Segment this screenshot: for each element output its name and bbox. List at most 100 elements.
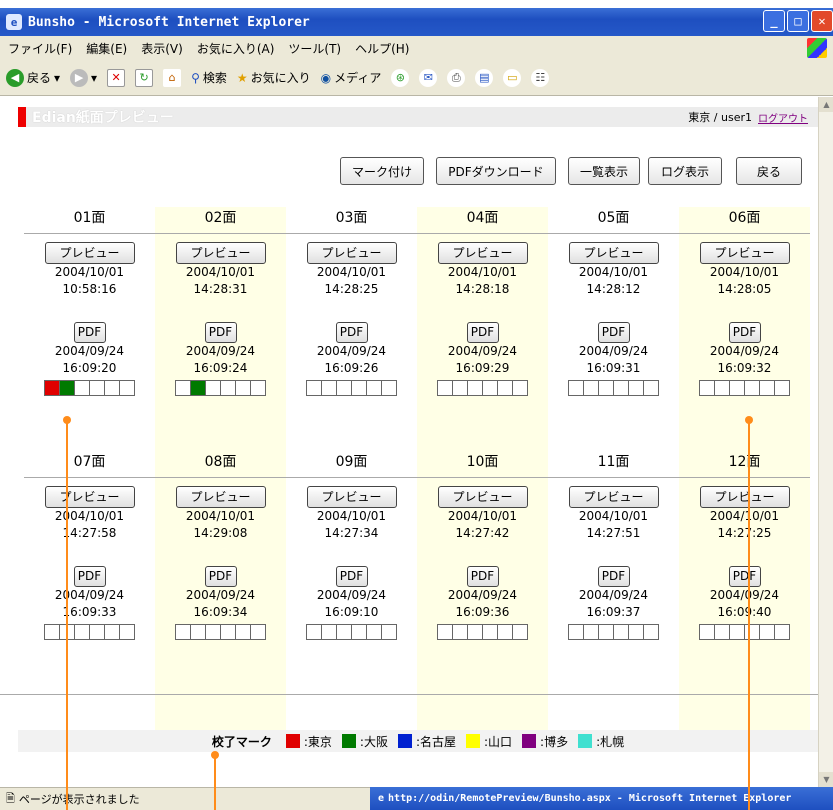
proof-mark-box[interactable] (189, 380, 206, 396)
proof-mark-box[interactable] (204, 624, 221, 640)
preview-button[interactable]: プレビュー (437, 242, 528, 264)
proof-mark-box[interactable] (496, 624, 513, 640)
log-button[interactable]: ログ表示 (648, 157, 722, 185)
proof-mark-box[interactable] (249, 380, 266, 396)
media-button[interactable]: ◉ メディア (321, 69, 382, 86)
pdf-button[interactable]: PDF (335, 322, 368, 343)
proof-mark-box[interactable] (511, 624, 528, 640)
discuss-icon[interactable]: ▭ (503, 68, 522, 87)
proof-mark-box[interactable] (481, 380, 498, 396)
proof-mark-box[interactable] (335, 624, 352, 640)
list-button[interactable]: 一覧表示 (568, 157, 640, 185)
mark-button[interactable]: マーク付け (340, 157, 424, 185)
proof-mark-box[interactable] (758, 624, 775, 640)
pdf-button[interactable]: PDF (335, 566, 368, 587)
proof-mark-box[interactable] (43, 624, 60, 640)
proof-mark-box[interactable] (582, 380, 599, 396)
preview-button[interactable]: プレビュー (44, 242, 135, 264)
proof-mark-box[interactable] (698, 624, 715, 640)
pdf-button[interactable]: PDF (466, 566, 499, 587)
maximize-button[interactable]: □ (787, 10, 809, 32)
proof-mark-box[interactable] (189, 624, 206, 640)
back-button[interactable]: ◀ 戻る ▾ (6, 68, 60, 87)
stop-icon[interactable]: ✕ (107, 68, 126, 87)
proof-mark-box[interactable] (380, 380, 397, 396)
proof-mark-box[interactable] (174, 380, 191, 396)
preview-button[interactable]: プレビュー (437, 486, 528, 508)
proof-mark-box[interactable] (451, 380, 468, 396)
forward-button[interactable]: ▶ ▾ (70, 68, 97, 87)
preview-button[interactable]: プレビュー (175, 486, 266, 508)
proof-mark-box[interactable] (743, 624, 760, 640)
proof-mark-box[interactable] (73, 624, 90, 640)
proof-mark-box[interactable] (43, 380, 60, 396)
proof-mark-box[interactable] (597, 380, 614, 396)
proof-mark-box[interactable] (335, 380, 352, 396)
proof-mark-box[interactable] (728, 624, 745, 640)
pdf-button[interactable]: PDF (73, 322, 106, 343)
preview-button[interactable]: プレビュー (306, 242, 397, 264)
proof-mark-box[interactable] (758, 380, 775, 396)
proof-mark-box[interactable] (713, 624, 730, 640)
proof-mark-box[interactable] (743, 380, 760, 396)
preview-button[interactable]: プレビュー (306, 486, 397, 508)
proof-mark-box[interactable] (103, 380, 120, 396)
pdf-button[interactable]: PDF (597, 322, 630, 343)
pdf-button[interactable]: PDF (597, 566, 630, 587)
menu-view[interactable]: 表示(V) (141, 40, 183, 57)
print-icon[interactable]: ⎙ (447, 68, 466, 87)
proof-mark-box[interactable] (773, 624, 790, 640)
proof-mark-box[interactable] (350, 624, 367, 640)
proof-mark-box[interactable] (234, 380, 251, 396)
proof-mark-box[interactable] (481, 624, 498, 640)
proof-mark-box[interactable] (627, 380, 644, 396)
proof-mark-box[interactable] (436, 624, 453, 640)
minimize-button[interactable]: _ (763, 10, 785, 32)
proof-mark-box[interactable] (118, 380, 135, 396)
proof-mark-box[interactable] (728, 380, 745, 396)
proof-mark-box[interactable] (73, 380, 90, 396)
preview-button[interactable]: プレビュー (44, 486, 135, 508)
scroll-up-icon[interactable]: ▲ (819, 97, 833, 112)
proof-mark-box[interactable] (466, 624, 483, 640)
proof-mark-box[interactable] (249, 624, 266, 640)
proof-mark-box[interactable] (451, 624, 468, 640)
vertical-scrollbar[interactable]: ▲ ▼ (818, 97, 833, 787)
proof-mark-box[interactable] (496, 380, 513, 396)
proof-mark-box[interactable] (219, 380, 236, 396)
refresh-icon[interactable]: ↻ (135, 68, 154, 87)
preview-button[interactable]: プレビュー (568, 486, 659, 508)
proof-mark-box[interactable] (612, 624, 629, 640)
proof-mark-box[interactable] (698, 380, 715, 396)
preview-button[interactable]: プレビュー (699, 242, 790, 264)
proof-mark-box[interactable] (380, 624, 397, 640)
proof-mark-box[interactable] (103, 624, 120, 640)
scroll-down-icon[interactable]: ▼ (819, 772, 833, 787)
proof-mark-box[interactable] (642, 624, 659, 640)
taskbar-window-button[interactable]: e http://odin/RemotePreview/Bunsho.aspx … (370, 787, 833, 810)
edit-icon[interactable]: ▤ (475, 68, 494, 87)
proof-mark-box[interactable] (305, 380, 322, 396)
preview-button[interactable]: プレビュー (175, 242, 266, 264)
proof-mark-box[interactable] (773, 380, 790, 396)
pdf-download-button[interactable]: PDFダウンロード (436, 157, 556, 185)
proof-mark-box[interactable] (466, 380, 483, 396)
pdf-button[interactable]: PDF (728, 322, 761, 343)
mail-icon[interactable]: ✉ (419, 68, 438, 87)
history-icon[interactable]: ⊛ (391, 68, 410, 87)
proof-mark-box[interactable] (436, 380, 453, 396)
proof-mark-box[interactable] (627, 624, 644, 640)
pdf-button[interactable]: PDF (466, 322, 499, 343)
proof-mark-box[interactable] (713, 380, 730, 396)
pdf-button[interactable]: PDF (73, 566, 106, 587)
messenger-icon[interactable]: ☷ (531, 68, 550, 87)
pdf-button[interactable]: PDF (204, 322, 237, 343)
proof-mark-box[interactable] (597, 624, 614, 640)
menu-edit[interactable]: 編集(E) (86, 40, 127, 57)
proof-mark-box[interactable] (58, 380, 75, 396)
close-button[interactable]: ✕ (811, 10, 833, 32)
proof-mark-box[interactable] (350, 380, 367, 396)
preview-button[interactable]: プレビュー (699, 486, 790, 508)
proof-mark-box[interactable] (567, 380, 584, 396)
proof-mark-box[interactable] (234, 624, 251, 640)
